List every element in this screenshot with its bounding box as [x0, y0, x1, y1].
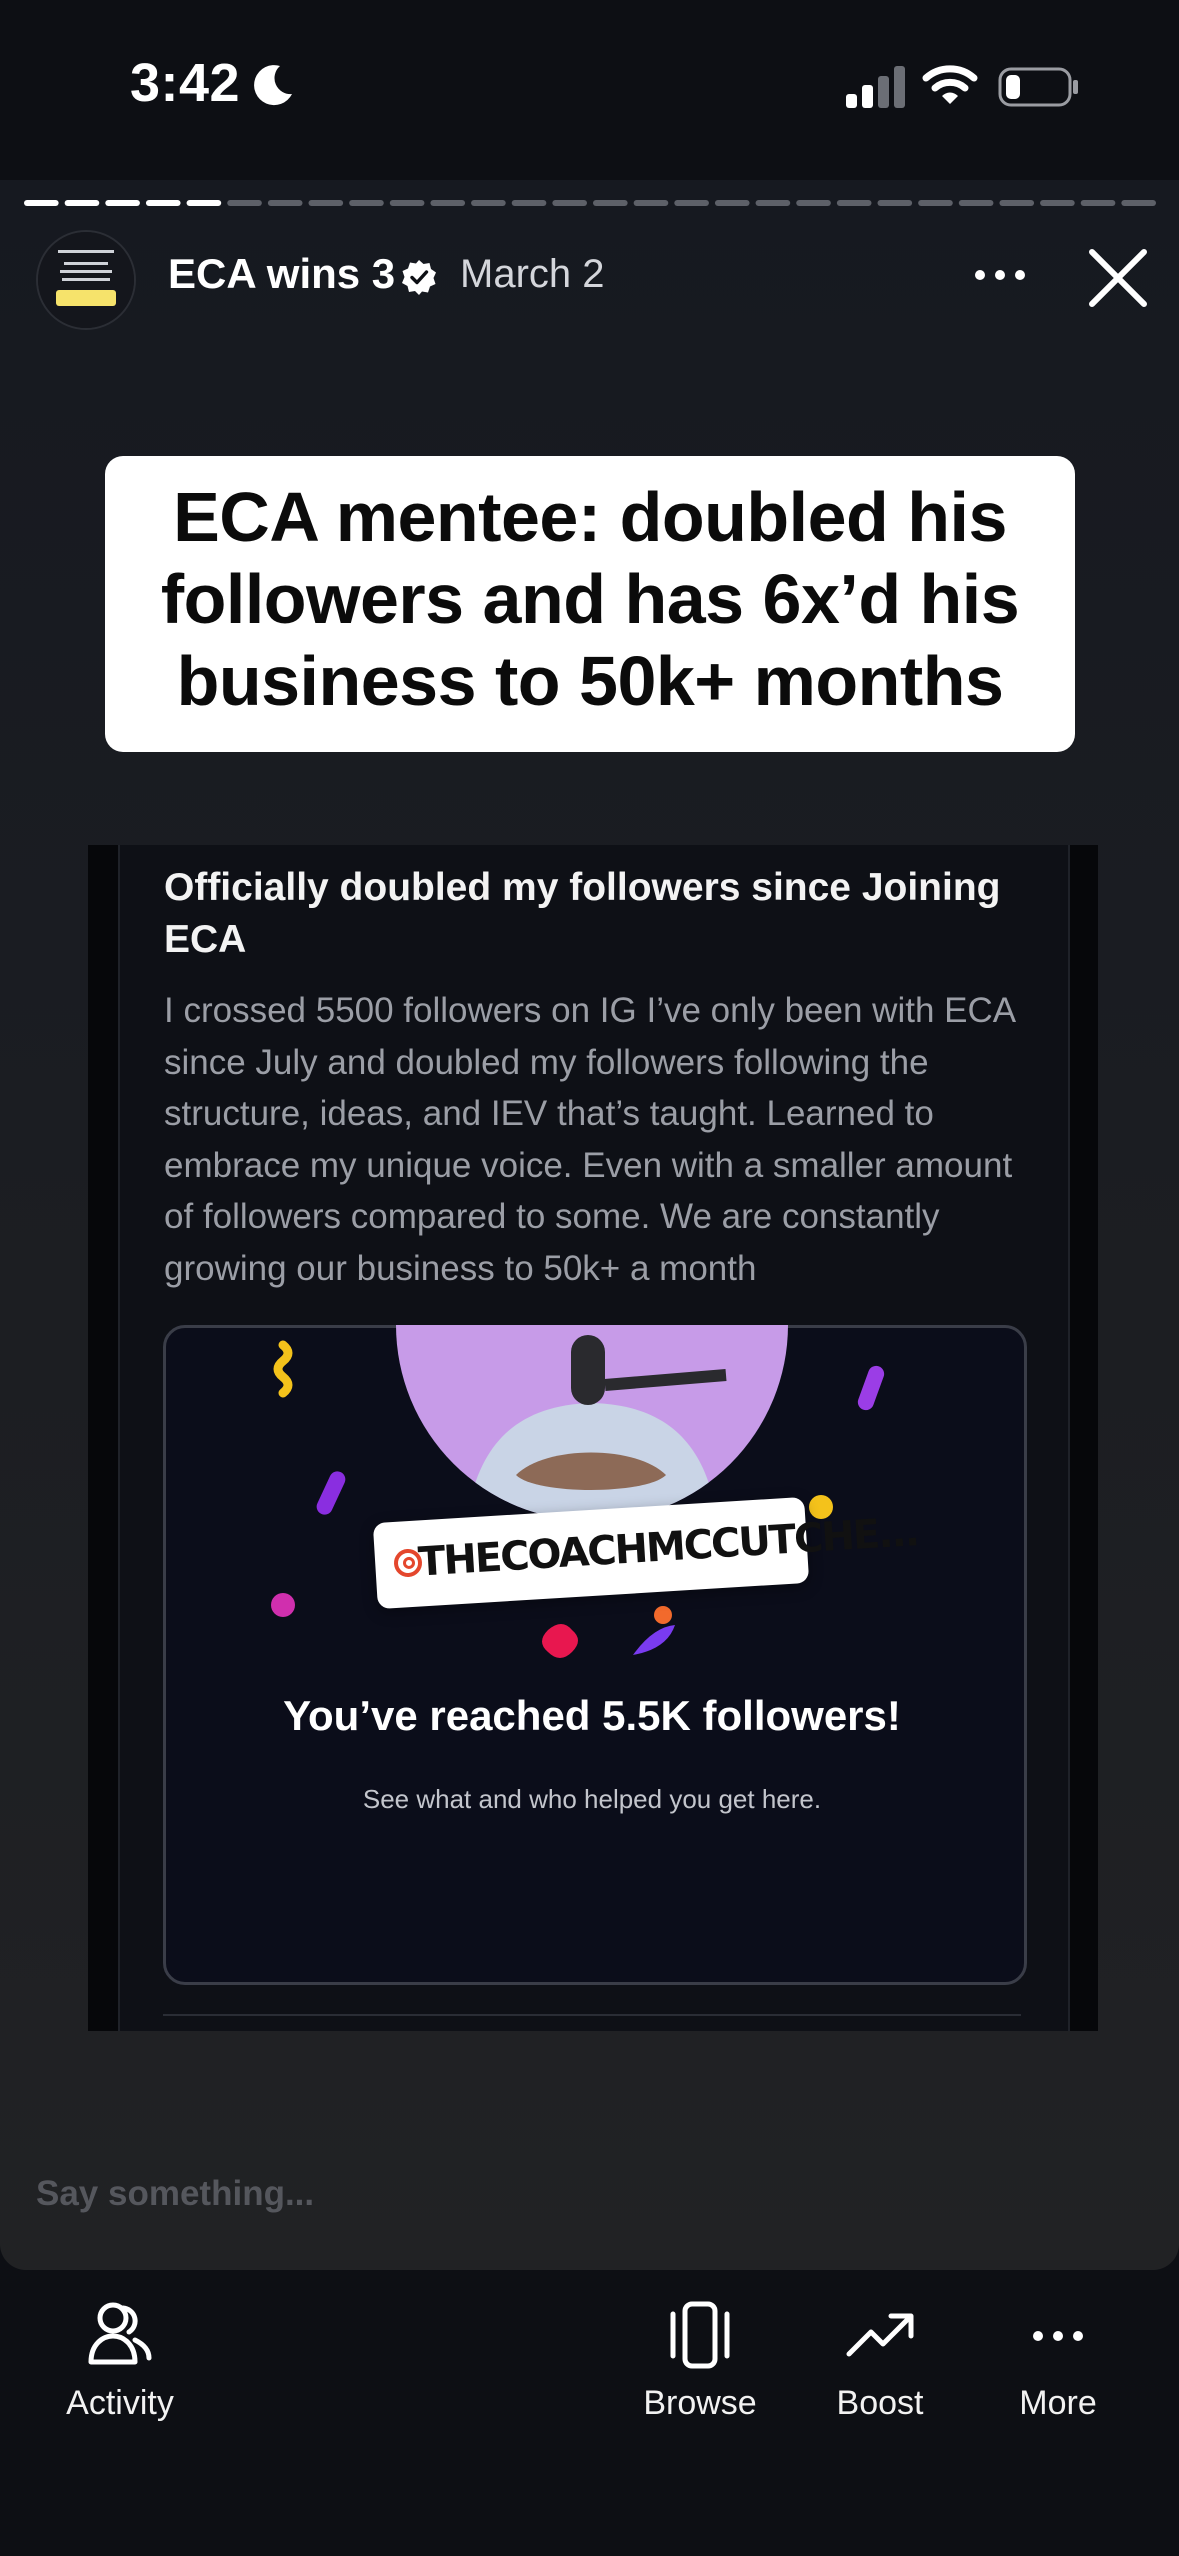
- progress-segment: [389, 200, 425, 206]
- progress-segment: [877, 200, 913, 206]
- post-title: Officially doubled my followers since Jo…: [164, 866, 1001, 961]
- story-username[interactable]: ECA wins 3: [168, 250, 395, 298]
- progress-segment: [1040, 200, 1075, 206]
- progress-segment: [105, 200, 140, 206]
- progress-segment: [714, 200, 750, 206]
- progress-segment: [430, 200, 466, 206]
- progress-segment: [267, 200, 303, 206]
- activity-label: Activity: [66, 2384, 174, 2422]
- progress-segment: [1121, 200, 1156, 206]
- boost-icon: [846, 2313, 914, 2357]
- browse-label: Browse: [643, 2384, 757, 2422]
- more-label: More: [1019, 2384, 1097, 2422]
- progress-segment: [308, 200, 344, 206]
- divider: [163, 2014, 1021, 2016]
- headline-text: ECA mentee: doubled his followers and ha…: [160, 478, 1020, 720]
- progress-segment: [552, 200, 587, 206]
- progress-segment: [633, 200, 669, 206]
- progress-segment: [511, 200, 547, 206]
- milestone-title: You’ve reached 5.5K followers!: [283, 1692, 901, 1739]
- progress-segment: [227, 200, 262, 206]
- progress-segment: [64, 200, 100, 206]
- post-body: I crossed 5500 followers on IG I’ve only…: [164, 991, 1015, 1288]
- moon-icon: [254, 65, 292, 106]
- progress-segment: [796, 200, 831, 206]
- avatar-thumbnail: [38, 232, 134, 328]
- boost-label: Boost: [836, 2384, 924, 2422]
- progress-segment: [471, 200, 506, 206]
- boost-button[interactable]: Boost: [800, 2300, 960, 2423]
- progress-segment: [349, 200, 384, 206]
- status-time: 3:42: [130, 53, 241, 113]
- progress-segment: [918, 200, 953, 206]
- activity-icon: [88, 2302, 152, 2365]
- more-options-icon[interactable]: [970, 260, 1030, 290]
- signal-icon: [846, 66, 905, 108]
- milestone-subtitle: See what and who helped you get here.: [362, 1784, 822, 1814]
- progress-segment: [24, 200, 59, 206]
- progress-segment: [999, 200, 1035, 206]
- progress-segment: [145, 200, 181, 206]
- battery-icon: [998, 67, 1078, 107]
- progress-segment: [593, 200, 628, 206]
- progress-segment: [186, 200, 222, 206]
- progress-segment: [836, 200, 872, 206]
- verified-badge-icon: [402, 260, 436, 295]
- wifi-icon: [922, 65, 978, 104]
- story-date: March 2: [460, 252, 605, 296]
- more-icon: [1033, 2331, 1083, 2341]
- reply-input[interactable]: Say something...: [36, 2174, 314, 2214]
- browse-button[interactable]: Browse: [620, 2300, 780, 2423]
- more-button[interactable]: More: [978, 2300, 1138, 2423]
- close-icon[interactable]: [1086, 246, 1150, 310]
- progress-segment: [755, 200, 791, 206]
- story-progress-bar: [24, 200, 1156, 206]
- browse-icon: [670, 2301, 730, 2369]
- progress-segment: [674, 200, 709, 206]
- avatar[interactable]: [36, 230, 136, 330]
- progress-segment: [1080, 200, 1116, 206]
- progress-segment: [958, 200, 994, 206]
- activity-button[interactable]: Activity: [40, 2300, 200, 2423]
